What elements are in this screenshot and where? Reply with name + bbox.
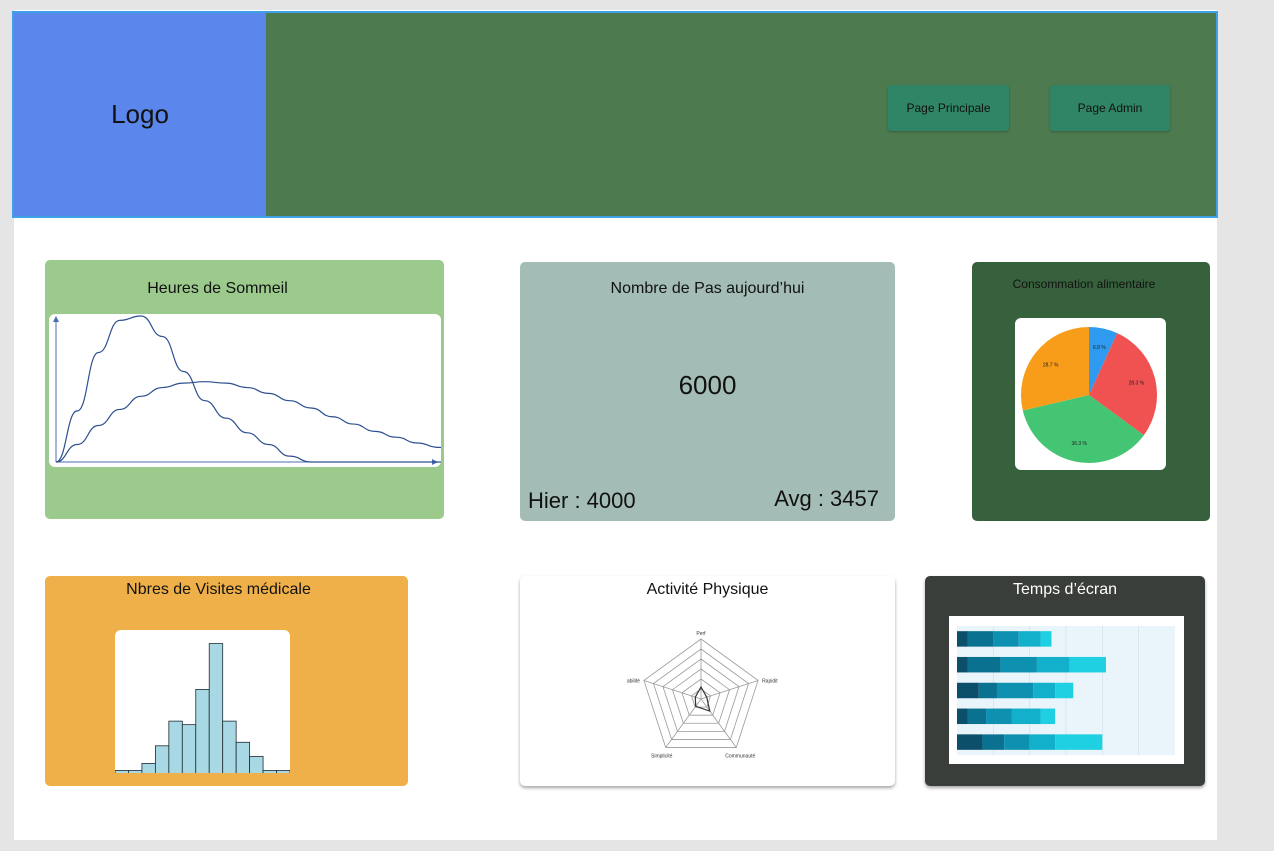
histogram-bar: [154, 745, 170, 775]
screen-bar-chart: [957, 626, 1175, 755]
histogram-bottom-mask: [115, 773, 290, 786]
visits-card: Nbres de Visites médicale: [45, 576, 408, 786]
radar-axis-label: abilité: [627, 678, 640, 684]
hbar-segment: [957, 631, 968, 647]
hbar-segment: [967, 708, 987, 725]
steps-yesterday: Hier : 4000: [528, 488, 636, 513]
admin-page-label: Page Admin: [1077, 101, 1143, 115]
hbar-segment: [982, 734, 1005, 750]
histogram-bar: [195, 689, 210, 775]
logo-text: Logo: [111, 99, 169, 129]
sleep-curve-series-1: [55, 315, 444, 463]
food-card-title: Consommation alimentaire: [1012, 277, 1156, 291]
hbar-segment: [1040, 708, 1056, 725]
steps-card: Nombre de Pas aujourd’hui 6000 Hier : 40…: [520, 262, 895, 521]
hbar-segment: [967, 631, 994, 647]
main-page-label: Page Principale: [906, 101, 991, 115]
screen-card-title: Temps d’écran: [1012, 581, 1118, 598]
histogram-bar: [168, 720, 183, 775]
hbar-segment: [986, 708, 1012, 725]
admin-page-button[interactable]: Page Admin: [1050, 85, 1170, 131]
histogram-bar: [222, 720, 237, 775]
pie-slice-label: 28.7 %: [1043, 363, 1059, 369]
hbar-segment: [993, 631, 1019, 647]
hbar-segment: [1011, 708, 1041, 725]
screen-card: Temps d’écran: [925, 576, 1205, 786]
hbar-segment: [1033, 682, 1056, 699]
radar-spoke: [643, 680, 702, 700]
sleep-curve-chart: [53, 315, 444, 465]
radar-axis-label: Rapidit: [762, 678, 778, 684]
screen-chart-panel: [949, 616, 1184, 764]
hbar-segment: [1004, 734, 1030, 750]
y-axis-arrow: [53, 316, 59, 322]
main-page-button[interactable]: Page Principale: [888, 85, 1009, 131]
sleep-card-title: Heures de Sommeil: [147, 280, 288, 297]
steps-card-title: Nombre de Pas aujourd’hui: [610, 280, 805, 297]
hbar-segment: [957, 656, 968, 673]
visits-chart-panel: [114, 630, 291, 775]
hbar-segment: [1069, 656, 1106, 673]
hbar-segment: [957, 708, 968, 725]
histogram-bar: [208, 643, 224, 775]
hbar-segment: [1040, 631, 1052, 647]
histogram-bar: [181, 724, 197, 775]
food-chart-panel: 6.8 % 28.3 % 36.3 % 28.7 %: [1015, 318, 1166, 470]
histogram-bar: [235, 741, 251, 775]
steps-today-value: 6000: [678, 370, 737, 400]
hbar-segment: [978, 682, 997, 699]
hbar-segment: [1055, 682, 1074, 699]
pie-slice-label: 28.3 %: [1129, 381, 1145, 387]
visits-histogram: [114, 643, 291, 775]
hbar-segment: [1029, 734, 1056, 750]
visits-card-title: Nbres de Visites médicale: [126, 581, 311, 598]
sleep-chart-panel: [49, 314, 444, 467]
steps-average: Avg : 3457: [774, 486, 879, 511]
header-nav-area: Page Principale Page Admin: [266, 13, 1216, 216]
radar-spoke: [700, 680, 759, 700]
radar-axis-label: Communauté: [725, 754, 755, 760]
sleep-card: Heures de Sommeil: [45, 260, 444, 519]
food-pie-chart: 6.8 % 28.3 % 36.3 % 28.7 %: [1021, 327, 1157, 463]
radar-axis-label: Simplicité: [651, 754, 673, 760]
pie-slice-label: 36.3 %: [1071, 441, 1087, 447]
radar-axis-label: Perf: [696, 631, 706, 637]
activity-card: Activité Physique Perf Rapidit Communauté S…: [520, 576, 895, 786]
hbar-segment: [1036, 656, 1070, 673]
histogram-bar: [249, 755, 264, 775]
activity-radar-chart: Perf Rapidit Communauté Simplicité abilité: [627, 631, 778, 760]
hbar-segment: [957, 682, 979, 699]
hbar-segment: [957, 734, 983, 750]
food-card: Consommation alimentaire 6.8 % 28.3 % 36.3…: [972, 262, 1210, 521]
hbar-segment: [1055, 734, 1103, 750]
hbar-segment: [1018, 631, 1041, 647]
hbar-segment: [996, 682, 1034, 699]
hbar-segment: [1000, 656, 1037, 673]
sleep-curve-series-2: [55, 381, 444, 463]
hbar-segment: [967, 656, 1001, 673]
header-bar: Logo Page Principale Page Admin: [12, 11, 1218, 218]
pie-slice-label: 6.8 %: [1093, 345, 1106, 351]
logo[interactable]: Logo: [14, 13, 266, 216]
